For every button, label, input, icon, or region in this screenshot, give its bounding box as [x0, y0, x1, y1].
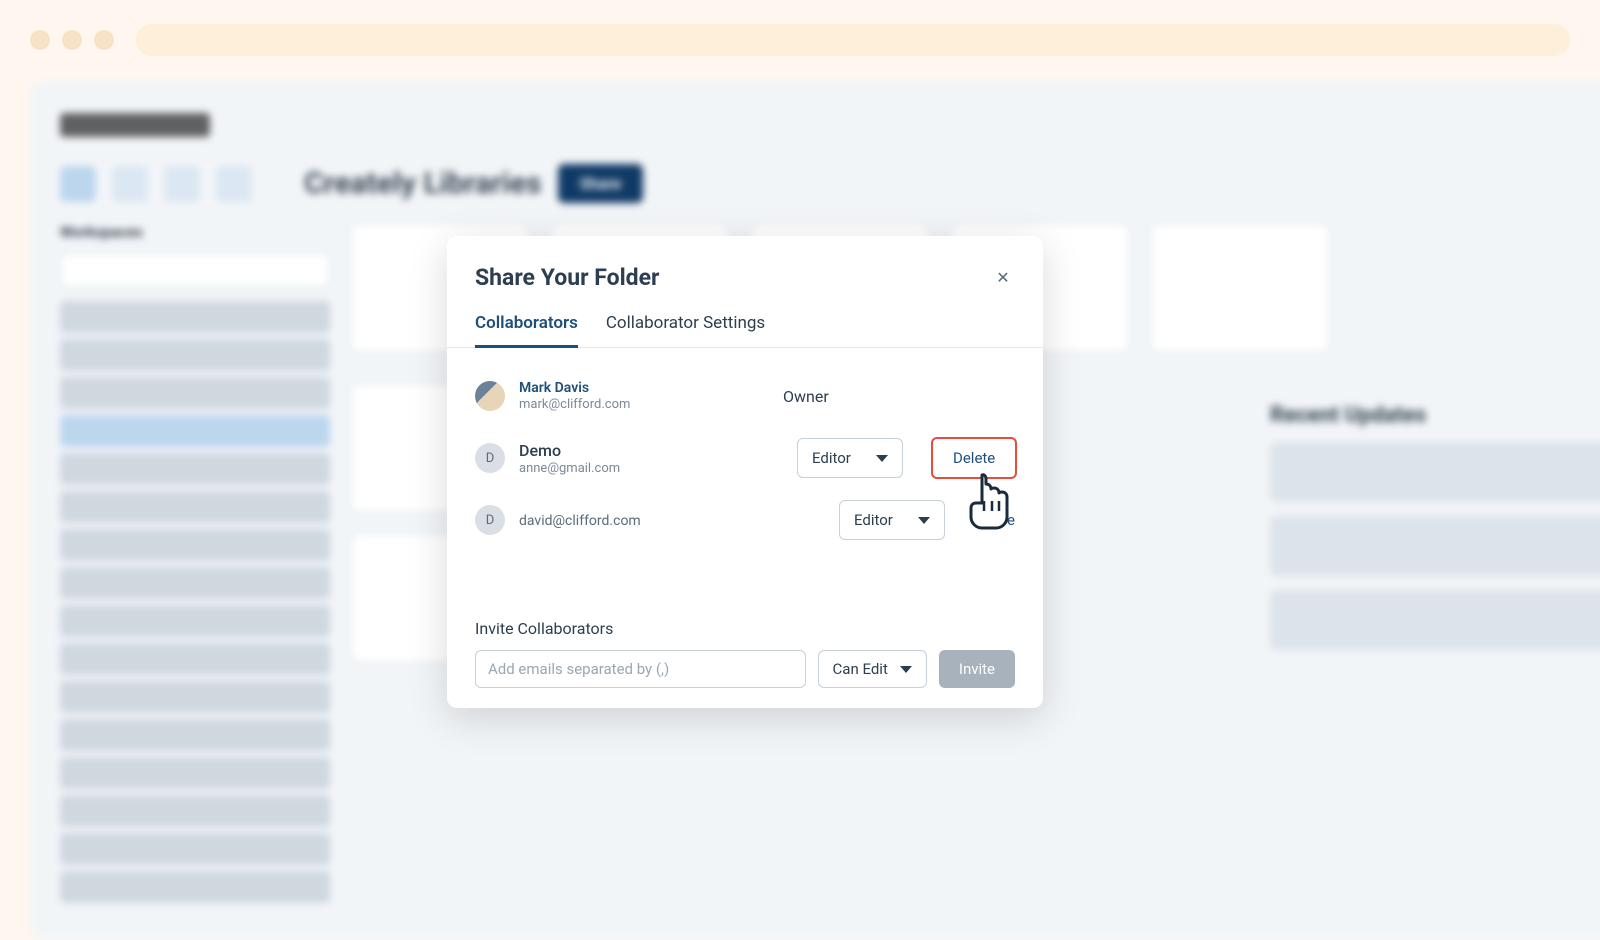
collaborator-row: D david@clifford.com Editor De — [475, 492, 1015, 548]
delete-collaborator-button[interactable]: Delete — [931, 437, 1017, 479]
invite-permission-value: Can Edit — [833, 660, 888, 678]
role-select-value: Editor — [854, 511, 893, 529]
role-select[interactable]: Editor — [797, 438, 903, 478]
sidebar-item[interactable] — [60, 453, 330, 485]
sidebar-item[interactable] — [60, 643, 330, 675]
toolbar-icon[interactable] — [216, 166, 252, 202]
collaborator-email: david@clifford.com — [519, 513, 769, 529]
window-dot — [62, 30, 82, 50]
sidebar-item[interactable] — [60, 795, 330, 827]
close-icon[interactable]: ✕ — [991, 266, 1015, 290]
recent-update-item[interactable] — [1270, 442, 1600, 502]
toolbar-icon[interactable] — [112, 166, 148, 202]
collaborator-name: Demo — [519, 441, 769, 460]
recent-update-item[interactable] — [1270, 516, 1600, 576]
template-card[interactable] — [1150, 223, 1330, 353]
delete-collaborator-button[interactable]: De — [977, 501, 1015, 539]
collaborator-name: Mark Davis — [519, 380, 769, 396]
invite-heading: Invite Collaborators — [475, 619, 1015, 638]
chevron-down-icon — [900, 666, 912, 673]
share-folder-modal: Share Your Folder ✕ Collaborators Collab… — [447, 236, 1043, 708]
invite-button[interactable]: Invite — [939, 650, 1015, 688]
invite-permission-select[interactable]: Can Edit — [818, 650, 927, 688]
chevron-down-icon — [918, 517, 930, 524]
address-bar[interactable] — [136, 24, 1570, 56]
tab-collaborators[interactable]: Collaborators — [475, 313, 578, 348]
share-button[interactable]: Share — [558, 164, 644, 203]
collaborator-email: anne@gmail.com — [519, 461, 769, 476]
modal-tabs: Collaborators Collaborator Settings — [447, 313, 1043, 348]
owner-label: Owner — [783, 387, 933, 406]
recent-update-item[interactable] — [1270, 590, 1600, 650]
sidebar-item[interactable] — [60, 871, 330, 903]
sidebar-item[interactable] — [60, 757, 330, 789]
toolbar-icon[interactable] — [164, 166, 200, 202]
sidebar-item-selected[interactable] — [60, 415, 330, 447]
sidebar-item[interactable] — [60, 339, 330, 371]
invite-email-input[interactable]: Add emails separated by (,) — [475, 650, 806, 688]
window-dot — [94, 30, 114, 50]
modal-title: Share Your Folder — [475, 264, 659, 291]
sidebar-item[interactable] — [60, 719, 330, 751]
recent-updates-heading: Recent Updates — [1270, 403, 1600, 428]
sidebar-item[interactable] — [60, 567, 330, 599]
chevron-down-icon — [876, 455, 888, 462]
avatar — [475, 381, 505, 411]
tab-collaborator-settings[interactable]: Collaborator Settings — [606, 313, 765, 347]
page-title: Creately Libraries — [304, 166, 542, 201]
collaborator-row: D Demo anne@gmail.com Editor Delete — [475, 430, 1015, 486]
sidebar: Workspaces — [60, 223, 330, 909]
sidebar-search[interactable] — [60, 253, 330, 287]
collaborator-row-owner: Mark Davis mark@clifford.com Owner — [475, 368, 1015, 424]
avatar: D — [475, 505, 505, 535]
avatar: D — [475, 443, 505, 473]
sidebar-item[interactable] — [60, 681, 330, 713]
collaborator-list: Mark Davis mark@clifford.com Owner D Dem… — [447, 348, 1043, 548]
window-dot — [30, 30, 50, 50]
sidebar-item[interactable] — [60, 301, 330, 333]
view-grid-icon[interactable] — [60, 166, 96, 202]
sidebar-heading: Workspaces — [60, 223, 330, 241]
collaborator-email: mark@clifford.com — [519, 397, 769, 412]
invite-section: Invite Collaborators Add emails separate… — [475, 619, 1015, 688]
sidebar-item[interactable] — [60, 833, 330, 865]
sidebar-item[interactable] — [60, 377, 330, 409]
sidebar-item[interactable] — [60, 605, 330, 637]
sidebar-item[interactable] — [60, 529, 330, 561]
role-select[interactable]: Editor — [839, 500, 945, 540]
app-logo — [60, 113, 210, 137]
browser-chrome — [0, 0, 1600, 80]
role-select-value: Editor — [812, 449, 851, 467]
sidebar-item[interactable] — [60, 491, 330, 523]
